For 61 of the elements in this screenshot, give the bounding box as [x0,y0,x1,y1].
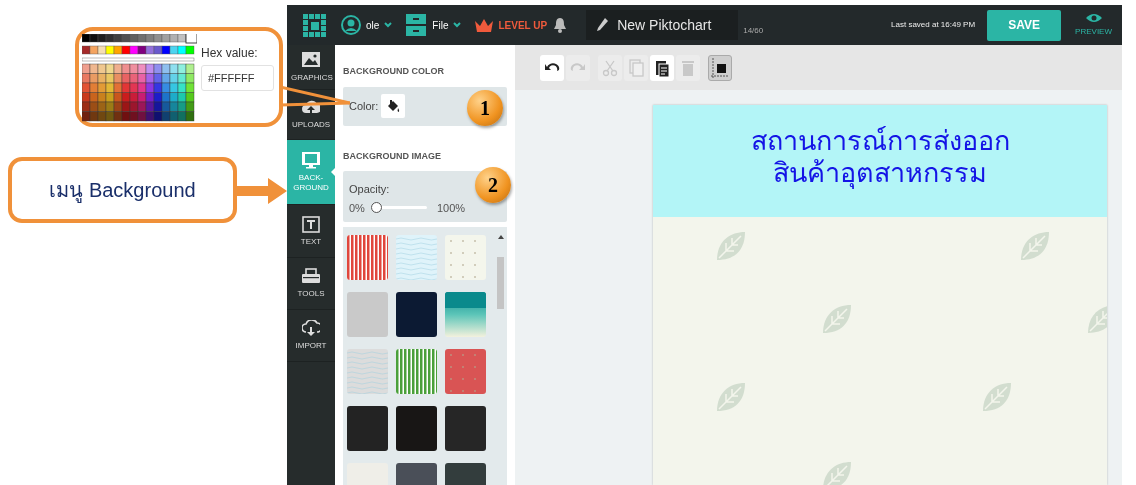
align-icon [711,57,729,78]
pointer-arrow [236,176,288,206]
level-up-link[interactable]: LEVEL UP [498,17,548,33]
background-thumbnail[interactable] [347,349,388,394]
chevron-icon[interactable] [453,22,462,28]
hex-field[interactable]: #FFFFFF [201,65,274,91]
paint-bucket-icon [386,99,400,113]
character-count: 14/60 [743,25,764,37]
file-menu[interactable]: File [432,17,449,33]
cloud-download-icon [302,320,320,337]
slider-thumb[interactable] [370,202,382,214]
slider-max-label: 100% [436,200,466,216]
background-thumbnail[interactable] [396,292,437,337]
background-thumbnail[interactable] [396,235,437,280]
cloud-upload-icon [302,99,320,116]
color-picker-button[interactable] [381,94,406,118]
monitor-icon [302,151,320,169]
bell-icon[interactable] [553,17,568,33]
chevron-icon[interactable] [384,22,393,28]
number-badge: 1 [467,89,503,126]
opacity-label: Opacity: [349,182,390,197]
background-thumbnail[interactable] [445,292,486,337]
title-field[interactable]: New Piktochart [586,10,739,40]
section-heading: BACKGROUND COLOR [343,65,445,78]
number-badge: 2 [475,167,511,203]
snap-button[interactable] [708,54,732,81]
user-icon[interactable] [341,15,361,35]
scissors-icon [601,58,619,77]
crown-icon[interactable] [475,18,494,32]
color-label: Color: [349,98,379,114]
menu-callout: เมนู Background [8,157,237,223]
cabinet-icon[interactable] [406,14,427,36]
text-box-icon [302,215,320,233]
undo-button[interactable] [540,54,564,81]
copy-icon [627,58,645,77]
trash-icon [679,58,697,77]
image-icon [302,51,320,69]
paste-button[interactable] [650,54,674,81]
user-menu[interactable]: ole [366,17,380,33]
color-palette[interactable] [82,34,197,122]
background-thumbnail[interactable] [347,235,388,280]
slider-min-label: 0% [349,200,365,216]
logo-icon[interactable] [303,13,326,37]
title-line: สินค้าอุตสาหกรรม [773,157,987,189]
background-thumbnail[interactable] [445,349,486,394]
hex-label: Hex value: [201,45,259,62]
background-thumbnail[interactable] [445,406,486,451]
pencil-icon [596,18,609,32]
background-thumbnail[interactable] [396,349,437,394]
background-thumbnail[interactable] [347,406,388,451]
eye-icon [1085,12,1102,23]
title-line: สถานการณ์การส่งออก [750,125,1010,157]
preview-button[interactable]: PREVIEW [1075,12,1112,38]
background-thumbnail[interactable] [445,235,486,280]
toolbox-icon [302,268,320,285]
background-thumbnail[interactable] [347,292,388,337]
opacity-slider[interactable] [370,202,427,214]
clipboard-icon [653,58,671,77]
section-heading: BACKGROUND IMAGE [343,149,442,163]
last-saved-text: Last saved at 16:49 PM [891,19,976,31]
background-thumbnail[interactable] [396,406,437,451]
